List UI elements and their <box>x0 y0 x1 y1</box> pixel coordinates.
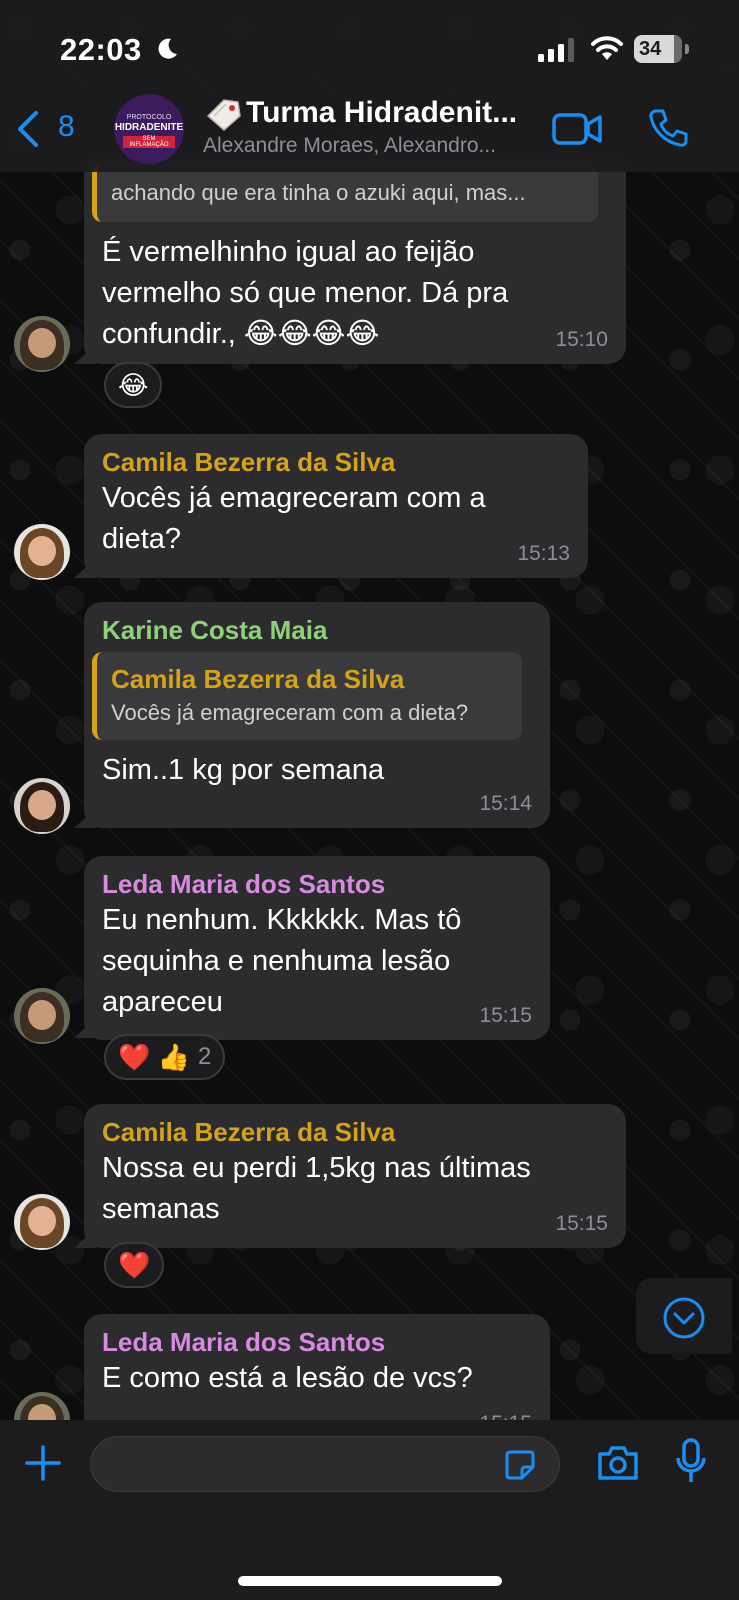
sender-name[interactable]: Karine Costa Maia <box>102 614 532 646</box>
group-members[interactable]: Alexandre Moraes, Alexandro... <box>203 134 533 158</box>
wifi-icon <box>591 36 623 60</box>
avatar[interactable] <box>14 988 70 1044</box>
reaction-pill[interactable]: 😂 <box>104 362 163 408</box>
message-time: 15:10 <box>555 328 608 351</box>
status-bar: 22:03 34 <box>0 30 739 70</box>
avatar-line: PROTOCOLO <box>126 114 172 121</box>
microphone-icon[interactable] <box>676 1438 706 1484</box>
label-tag-icon <box>206 99 241 131</box>
unread-count[interactable]: 8 <box>58 110 75 144</box>
message-text: Nossa eu perdi 1,5kg nas últimas semanas <box>102 1152 531 1225</box>
message-text: Vocês já emagreceram com a dieta? <box>102 482 486 555</box>
sticker-icon[interactable] <box>504 1449 536 1481</box>
reply-quote[interactable]: Camila Bezerra da Silva Vocês já emagrec… <box>92 652 522 740</box>
group-title[interactable]: Turma Hidradenit... <box>246 96 526 130</box>
message-time: 15:15 <box>555 1212 608 1235</box>
heart-emoji-icon: ❤️ <box>118 1249 151 1280</box>
moon-icon <box>158 38 177 59</box>
scroll-to-bottom-button[interactable] <box>636 1278 732 1354</box>
message-time: 15:14 <box>479 792 532 815</box>
message-text: É vermelhinho igual ao feijão vermelho s… <box>102 236 509 350</box>
avatar[interactable] <box>14 524 70 580</box>
message-text: E como está a lesão de vcs? <box>102 1362 473 1394</box>
battery-icon: 34 <box>634 35 690 63</box>
quote-text: achando que era tinha o azuki aqui, mas.… <box>111 180 526 205</box>
sender-name[interactable]: Camila Bezerra da Silva <box>102 1116 608 1148</box>
message-time: 15:15 <box>479 1004 532 1027</box>
avatar[interactable] <box>14 1194 70 1250</box>
avatar[interactable] <box>14 316 70 372</box>
home-indicator <box>238 1576 502 1586</box>
sender-name[interactable]: Camila Bezerra da Silva <box>102 446 570 478</box>
phone-icon[interactable] <box>648 108 688 148</box>
back-chevron-icon[interactable] <box>14 110 44 148</box>
message-bubble[interactable]: Karine Costa Maia Camila Bezerra da Silv… <box>84 602 550 828</box>
chevron-down-icon <box>663 1297 705 1339</box>
message-text: Sim..1 kg por semana <box>102 754 385 786</box>
sender-name[interactable]: Leda Maria dos Santos <box>102 868 532 900</box>
cellular-signal-icon <box>538 38 574 62</box>
reaction-pill[interactable]: ❤️ <box>104 1242 165 1288</box>
quote-text: Vocês já emagreceram com a dieta? <box>111 700 469 725</box>
message-text: Eu nenhum. Kkkkkk. Mas tô sequinha e nen… <box>102 904 462 1018</box>
message-bubble[interactable]: achando que era tinha o azuki aqui, mas.… <box>84 152 626 364</box>
message-bubble[interactable]: Camila Bezerra da Silva Vocês já emagrec… <box>84 434 588 578</box>
reaction-count: 2 <box>197 1043 212 1070</box>
heart-thumbs-up-emoji-icon: ❤️ 👍 <box>118 1041 190 1072</box>
chat-header: 8 PROTOCOLO HIDRADENITE SEM INFLAMAÇÃO T… <box>0 92 739 172</box>
camera-icon[interactable] <box>596 1444 640 1482</box>
quote-sender: Camila Bezerra da Silva <box>111 664 405 694</box>
message-time: 15:13 <box>517 542 570 565</box>
battery-level: 34 <box>639 38 662 60</box>
message-bubble[interactable]: Leda Maria dos Santos Eu nenhum. Kkkkkk.… <box>84 856 550 1040</box>
top-bar: 22:03 34 8 PROTOCOLO HIDRADENITE SEM INF <box>0 0 739 172</box>
reaction-pill[interactable]: ❤️ 👍 2 <box>104 1034 226 1080</box>
group-avatar[interactable]: PROTOCOLO HIDRADENITE SEM INFLAMAÇÃO <box>114 94 184 164</box>
avatar-line: SEM INFLAMAÇÃO <box>123 136 175 148</box>
avatar[interactable] <box>14 778 70 834</box>
compose-bar <box>0 1420 739 1600</box>
laughing-emoji-icon: 😂 <box>118 369 149 400</box>
reply-quote[interactable]: achando que era tinha o azuki aqui, mas.… <box>92 164 598 222</box>
plus-icon[interactable] <box>24 1444 62 1482</box>
clock: 22:03 <box>60 32 142 67</box>
sender-name[interactable]: Leda Maria dos Santos <box>102 1326 532 1358</box>
video-call-icon[interactable] <box>552 112 602 146</box>
message-input[interactable] <box>90 1436 560 1492</box>
avatar-line: HIDRADENITE <box>114 122 184 133</box>
message-bubble[interactable]: Camila Bezerra da Silva Nossa eu perdi 1… <box>84 1104 626 1248</box>
